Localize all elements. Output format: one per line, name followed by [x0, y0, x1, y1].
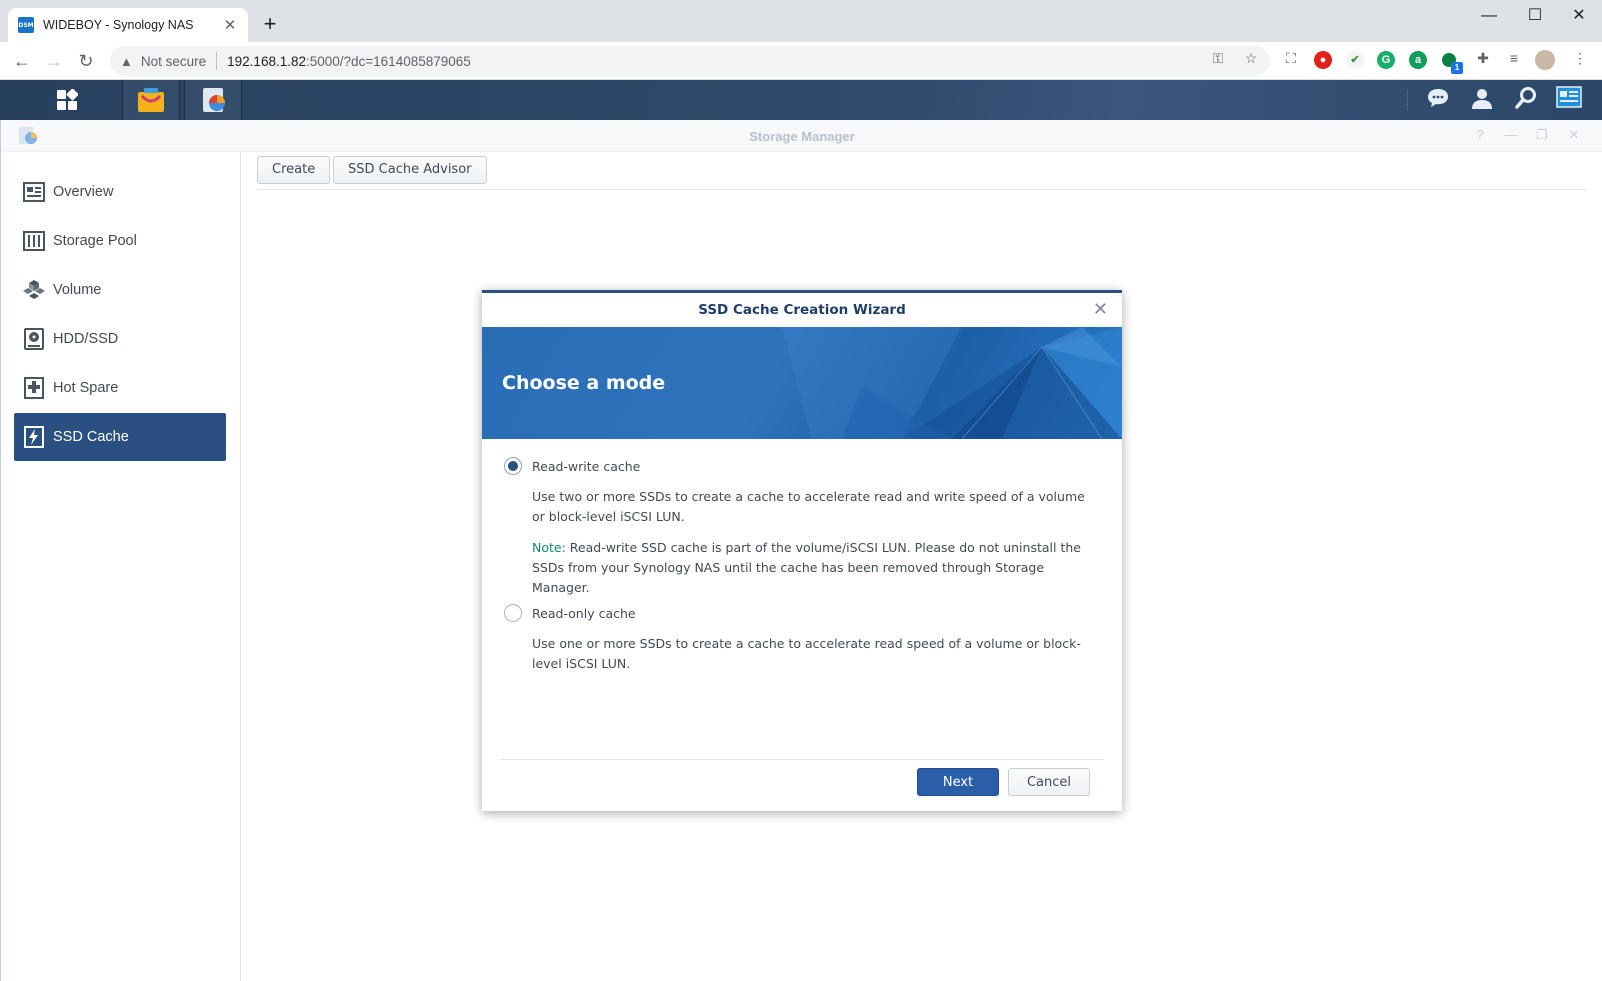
ssd-cache-advisor-button[interactable]: SSD Cache Advisor	[333, 156, 487, 184]
ublock-extension-icon[interactable]: ●	[1314, 51, 1332, 69]
window-minimize-icon[interactable]: —	[1502, 127, 1520, 142]
cancel-button[interactable]: Cancel	[1008, 768, 1090, 796]
sidebar-item-label: Overview	[53, 184, 114, 200]
note-label: Note:	[532, 540, 566, 555]
window-restore-icon[interactable]: ❐	[1533, 127, 1551, 143]
browser-tab[interactable]: DSM WIDEBOY - Synology NAS ✕	[8, 8, 248, 42]
sidebar: Overview Storage Pool Volume HDD/SSD Hot…	[1, 152, 241, 981]
checkmark-extension-icon[interactable]: ✔	[1346, 51, 1364, 69]
read-write-radio[interactable]	[504, 457, 522, 475]
sidebar-item-overview[interactable]: Overview	[14, 168, 226, 216]
read-write-description: Use two or more SSDs to create a cache t…	[532, 489, 1085, 524]
radio-selected-dot	[508, 461, 518, 471]
help-icon[interactable]: ?	[1471, 127, 1489, 142]
security-label[interactable]: Not secure	[141, 54, 206, 69]
create-button[interactable]: Create	[257, 156, 331, 184]
url-host: 192.168.1.82	[227, 53, 306, 69]
sidebar-item-label: Hot Spare	[53, 380, 119, 396]
key-icon[interactable]: ⚿	[1207, 50, 1229, 67]
read-write-cache-label[interactable]: Read-write cache	[532, 459, 640, 474]
content-toolbar: Create SSD Cache Advisor	[257, 152, 1587, 190]
screenshot-icon[interactable]: ⛶	[1280, 50, 1302, 67]
search-icon[interactable]	[1512, 86, 1540, 114]
storage-pool-icon	[23, 230, 45, 252]
url-path: :5000/?dc=1614085879065	[305, 53, 471, 69]
storage-manager-taskbar-button[interactable]	[184, 80, 242, 120]
storage-manager-window: Storage Manager ? — ❐ ✕ Overview Storage…	[0, 120, 1602, 981]
read-only-description: Use one or more SSDs to create a cache t…	[532, 636, 1081, 671]
new-tab-icon[interactable]: +	[258, 12, 282, 36]
read-write-note: Note: Read-write SSD cache is part of th…	[532, 538, 1097, 598]
dsm-favicon-icon: DSM	[18, 17, 34, 33]
user-icon[interactable]	[1468, 86, 1496, 114]
wizard-header[interactable]: SSD Cache Creation Wizard ✕	[482, 293, 1122, 327]
browser-toolbar: ← → ↻ ▲ Not secure 192.168.1.82:5000/?dc…	[0, 42, 1602, 80]
wizard-banner: Choose a mode	[482, 327, 1122, 439]
extensions-puzzle-icon[interactable]: ✚	[1472, 50, 1494, 67]
grammarly-extension-icon[interactable]: G	[1377, 51, 1395, 69]
reading-list-icon[interactable]: ≡	[1503, 50, 1525, 66]
hdd-icon	[23, 328, 45, 350]
forward-icon[interactable]: →	[42, 49, 66, 73]
footer-divider	[501, 759, 1103, 760]
sidebar-item-ssd-cache[interactable]: SSD Cache	[14, 413, 226, 461]
profile-avatar[interactable]	[1535, 50, 1555, 70]
maximize-window-icon[interactable]: ☐	[1512, 4, 1558, 28]
bookmark-star-icon[interactable]: ☆	[1240, 50, 1262, 67]
ssd-cache-icon	[23, 426, 45, 448]
read-only-radio[interactable]	[504, 604, 522, 622]
window-title: Storage Manager	[749, 129, 855, 144]
window-close-icon[interactable]: ✕	[1565, 127, 1583, 143]
browser-tabstrip: DSM WIDEBOY - Synology NAS ✕ + — ☐ ✕	[0, 0, 1602, 42]
read-only-cache-label[interactable]: Read-only cache	[532, 606, 636, 621]
wizard-title: SSD Cache Creation Wizard	[698, 302, 906, 318]
ssd-cache-wizard-dialog: SSD Cache Creation Wizard ✕ Choose a mod…	[482, 290, 1122, 811]
storage-manager-icon	[203, 88, 225, 112]
next-button[interactable]: Next	[917, 768, 999, 796]
warning-icon[interactable]: ▲	[120, 54, 133, 69]
sidebar-item-hdd-ssd[interactable]: HDD/SSD	[14, 315, 226, 363]
dsm-taskbar	[0, 80, 1602, 120]
reload-icon[interactable]: ↻	[74, 49, 98, 73]
sidebar-item-label: HDD/SSD	[53, 331, 119, 347]
sidebar-item-hot-spare[interactable]: Hot Spare	[14, 364, 226, 412]
sidebar-item-label: SSD Cache	[53, 429, 129, 445]
wizard-step-title: Choose a mode	[502, 372, 666, 394]
volume-icon	[23, 279, 45, 301]
notifications-icon[interactable]	[1424, 86, 1452, 114]
sidebar-item-label: Storage Pool	[53, 233, 137, 249]
minimize-window-icon[interactable]: —	[1466, 4, 1512, 28]
sidebar-item-storage-pool[interactable]: Storage Pool	[14, 217, 226, 265]
close-window-icon[interactable]: ✕	[1556, 4, 1602, 28]
overview-icon	[23, 181, 45, 203]
wizard-body: Read-write cache Use two or more SSDs to…	[482, 439, 1122, 759]
sidebar-item-label: Volume	[53, 282, 102, 298]
tab-title: WIDEBOY - Synology NAS	[43, 18, 194, 32]
package-center-taskbar-button[interactable]	[122, 80, 180, 120]
sidebar-item-volume[interactable]: Volume	[14, 266, 226, 314]
main-menu-icon	[57, 89, 78, 110]
window-titlebar[interactable]: Storage Manager ? — ❐ ✕	[1, 120, 1602, 152]
taskbar-divider	[1407, 89, 1408, 111]
tab-close-icon[interactable]: ✕	[222, 16, 238, 34]
chrome-menu-icon[interactable]: ⋮	[1569, 50, 1591, 67]
back-icon[interactable]: ←	[10, 49, 34, 73]
omnibox-separator	[216, 52, 218, 70]
package-center-icon	[138, 88, 164, 112]
address-bar[interactable]: ▲ Not secure 192.168.1.82:5000/?dc=16140…	[110, 46, 1270, 76]
hot-spare-icon	[23, 377, 45, 399]
note-text: Read-write SSD cache is part of the volu…	[532, 540, 1081, 595]
main-menu-button[interactable]	[38, 80, 96, 120]
read-write-cache-option[interactable]: Read-write cache	[504, 457, 640, 475]
a-extension-icon[interactable]: a	[1409, 51, 1427, 69]
read-only-cache-option[interactable]: Read-only cache	[504, 604, 636, 622]
extension-badge: 1	[1451, 62, 1463, 74]
widgets-icon[interactable]	[1555, 86, 1583, 114]
close-icon[interactable]: ✕	[1093, 299, 1108, 319]
